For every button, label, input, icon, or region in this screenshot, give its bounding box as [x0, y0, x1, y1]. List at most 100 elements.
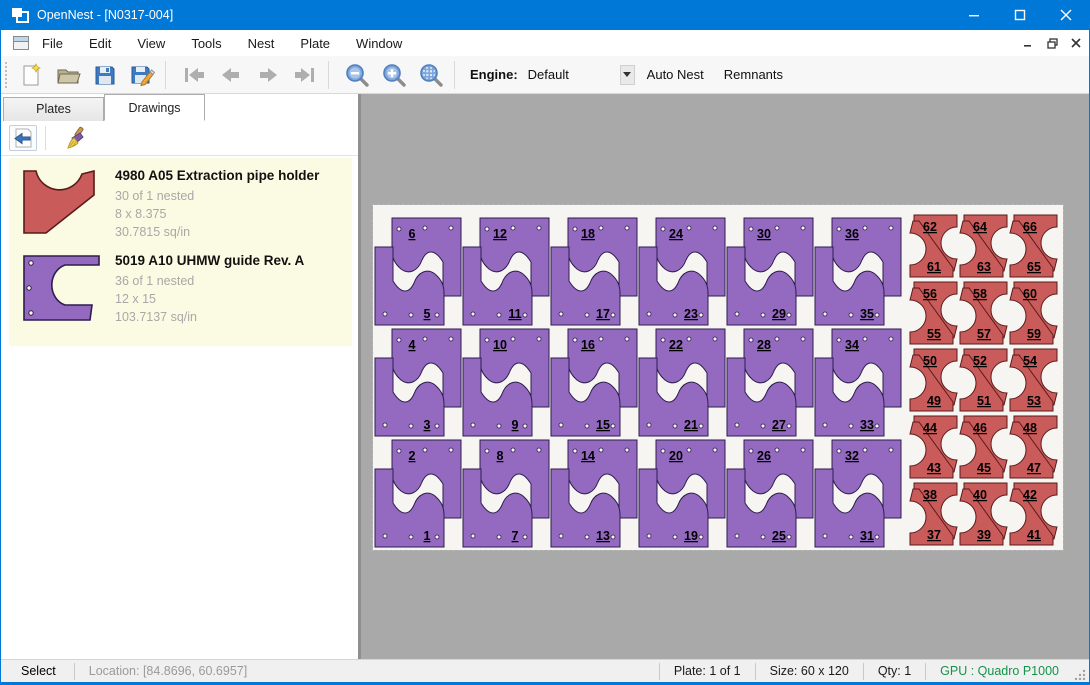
- auto-nest-button[interactable]: Auto Nest: [639, 62, 712, 87]
- menu-plate[interactable]: Plate: [287, 32, 343, 55]
- part-hole: [497, 535, 501, 539]
- nest-pair-34-33[interactable]: 3433: [815, 329, 901, 436]
- nest-pair-4-3[interactable]: 43: [375, 329, 461, 436]
- part-hole: [497, 313, 501, 317]
- menu-window[interactable]: Window: [343, 32, 415, 55]
- mdi-restore-button[interactable]: [1041, 33, 1063, 53]
- nest-pair-56-55[interactable]: 5655: [910, 282, 957, 344]
- nest-pair-18-17[interactable]: 1817: [551, 218, 637, 325]
- nest-pair-64-63[interactable]: 6463: [960, 215, 1007, 277]
- zoom-in-button[interactable]: [378, 60, 410, 90]
- nest-pair-46-45[interactable]: 4645: [960, 416, 1007, 478]
- open-folder-icon: [55, 62, 81, 88]
- save-as-button[interactable]: [126, 60, 158, 90]
- drawing-item[interactable]: 4980 A05 Extraction pipe holder 30 of 1 …: [15, 166, 346, 241]
- return-to-drawings-button[interactable]: [9, 125, 37, 151]
- part-hole: [383, 534, 387, 538]
- nav-first-button[interactable]: [178, 60, 210, 90]
- minimize-icon: [968, 9, 980, 21]
- tab-drawings[interactable]: Drawings: [104, 94, 205, 121]
- nest-pair-28-27[interactable]: 2827: [727, 329, 813, 436]
- menu-file[interactable]: File: [29, 32, 76, 55]
- menu-tools[interactable]: Tools: [178, 32, 234, 55]
- nest-pair-2-1[interactable]: 21: [375, 440, 461, 547]
- toolbar: Engine: Default Auto Nest Remnants: [1, 56, 1089, 94]
- menu-view[interactable]: View: [124, 32, 178, 55]
- part-hole: [699, 535, 703, 539]
- part-hole: [699, 424, 703, 428]
- nest-pair-16-15[interactable]: 1615: [551, 329, 637, 436]
- part-number: 58: [973, 287, 987, 301]
- nest-pair-52-51[interactable]: 5251: [960, 349, 1007, 411]
- nest-pair-50-49[interactable]: 5049: [910, 349, 957, 411]
- nest-pair-6-5[interactable]: 65: [375, 218, 461, 325]
- nest-pair-44-43[interactable]: 4443: [910, 416, 957, 478]
- nest-pair-62-61[interactable]: 6261: [910, 215, 957, 277]
- menu-nest[interactable]: Nest: [235, 32, 288, 55]
- nest-pair-54-53[interactable]: 5453: [1010, 349, 1057, 411]
- part-hole: [511, 337, 515, 341]
- nest-pair-60-59[interactable]: 6059: [1010, 282, 1057, 344]
- engine-dropdown-button[interactable]: [620, 65, 635, 85]
- nest-pair-8-7[interactable]: 87: [463, 440, 549, 547]
- maximize-button[interactable]: [997, 0, 1043, 30]
- nest-pair-10-9[interactable]: 109: [463, 329, 549, 436]
- status-location: Location: [84.8696, 60.6957]: [75, 664, 659, 678]
- nav-last-button[interactable]: [289, 60, 321, 90]
- part-hole: [397, 338, 401, 342]
- nest-pair-22-21[interactable]: 2221: [639, 329, 725, 436]
- mdi-close-button[interactable]: [1065, 33, 1087, 53]
- new-file-button[interactable]: [15, 60, 47, 90]
- clean-drawings-button[interactable]: [62, 125, 90, 151]
- part-hole: [435, 424, 439, 428]
- part-number: 16: [581, 338, 595, 352]
- nest-pair-38-37[interactable]: 3837: [910, 483, 957, 545]
- save-button[interactable]: [89, 60, 121, 90]
- nest-layout: 6512111817242330293635431091615222128273…: [373, 205, 1063, 550]
- tab-plates[interactable]: Plates: [3, 97, 104, 121]
- part-hole: [423, 226, 427, 230]
- engine-combobox[interactable]: Default: [528, 67, 620, 82]
- open-file-button[interactable]: [52, 60, 84, 90]
- mdi-minimize-icon: [1023, 38, 1033, 48]
- nav-back-button[interactable]: [215, 60, 247, 90]
- nav-forward-button[interactable]: [252, 60, 284, 90]
- part-number: 11: [508, 307, 521, 321]
- plate-sheet[interactable]: 6512111817242330293635431091615222128273…: [373, 205, 1063, 550]
- menu-edit[interactable]: Edit: [76, 32, 124, 55]
- nest-pair-36-35[interactable]: 3635: [815, 218, 901, 325]
- nest-pair-40-39[interactable]: 4039: [960, 483, 1007, 545]
- toolbar-grip[interactable]: [5, 62, 10, 88]
- nest-pair-58-57[interactable]: 5857: [960, 282, 1007, 344]
- nav-first-icon: [180, 63, 208, 87]
- remnants-button[interactable]: Remnants: [716, 62, 791, 87]
- nest-pair-26-25[interactable]: 2625: [727, 440, 813, 547]
- nest-pair-12-11[interactable]: 1211: [463, 218, 549, 325]
- part-number: 40: [973, 488, 987, 502]
- mdi-minimize-button[interactable]: [1017, 33, 1039, 53]
- nest-pair-30-29[interactable]: 3029: [727, 218, 813, 325]
- drawing-item[interactable]: 5019 A10 UHMW guide Rev. A 36 of 1 neste…: [15, 251, 346, 326]
- resize-grip[interactable]: [1073, 668, 1087, 682]
- nest-canvas[interactable]: 6512111817242330293635431091615222128273…: [361, 94, 1089, 659]
- part-hole: [449, 337, 453, 341]
- nest-pair-24-23[interactable]: 2423: [639, 218, 725, 325]
- nest-pair-32-31[interactable]: 3231: [815, 440, 901, 547]
- nest-pair-20-19[interactable]: 2019: [639, 440, 725, 547]
- part-hole: [889, 337, 893, 341]
- part-hole: [523, 424, 527, 428]
- part-number: 59: [1027, 327, 1041, 341]
- mdi-document-icon[interactable]: [13, 36, 29, 50]
- part-hole: [775, 337, 779, 341]
- minimize-button[interactable]: [951, 0, 997, 30]
- nest-pair-42-41[interactable]: 4241: [1010, 483, 1057, 545]
- part-hole: [687, 226, 691, 230]
- nest-pair-14-13[interactable]: 1413: [551, 440, 637, 547]
- part-hole: [875, 313, 879, 317]
- zoom-fit-button[interactable]: [415, 60, 447, 90]
- nest-pair-48-47[interactable]: 4847: [1010, 416, 1057, 478]
- part-hole: [383, 423, 387, 427]
- nest-pair-66-65[interactable]: 6665: [1010, 215, 1057, 277]
- close-button[interactable]: [1043, 0, 1089, 30]
- zoom-out-button[interactable]: [341, 60, 373, 90]
